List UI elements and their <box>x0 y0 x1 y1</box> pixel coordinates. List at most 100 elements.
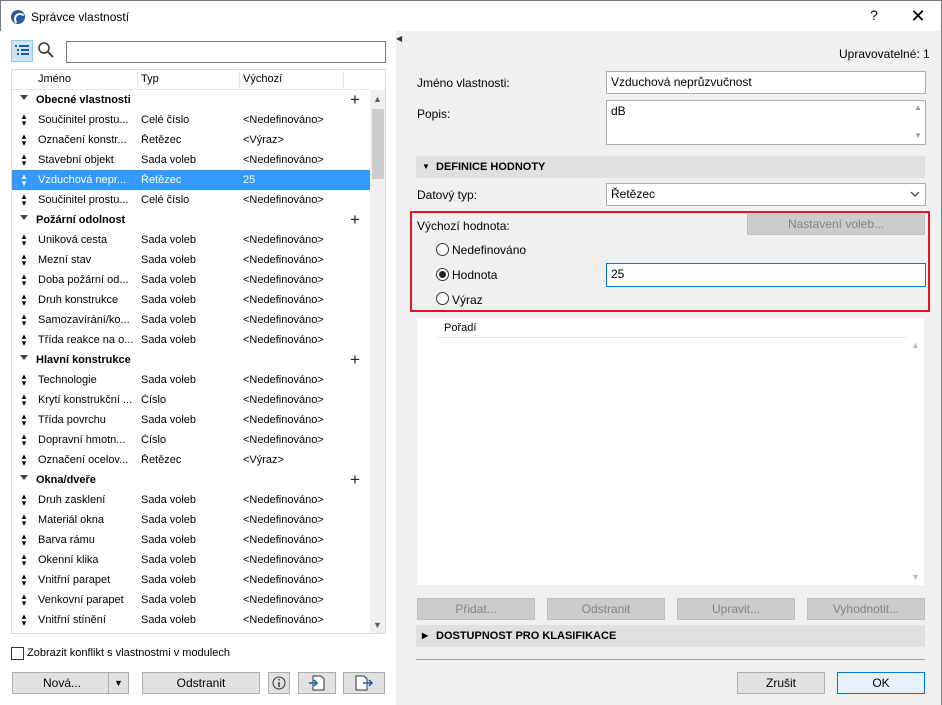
order-scrollbar[interactable]: ▲ ▼ <box>907 318 924 585</box>
section-classification-access[interactable]: ▶ DOSTUPNOST PRO KLASIFIKACE <box>416 625 925 647</box>
drag-handle-icon[interactable]: ▴ ▾ <box>20 552 28 568</box>
drag-handle-icon[interactable]: ▴ ▾ <box>20 432 28 448</box>
column-default[interactable]: Výchozí <box>243 73 282 85</box>
property-row[interactable]: ▴ ▾ Krytí konstrukční ... Číslo <Nedefinován… <box>12 390 370 410</box>
list-view-icon[interactable] <box>11 40 33 62</box>
property-row[interactable]: ▴ ▾ Mezní stav Sada voleb <Nedefinováno> <box>12 250 370 270</box>
property-row[interactable]: ▴ ▾ Doba požární od... Sada voleb <Nedefinov… <box>12 270 370 290</box>
delete-button[interactable]: Odstranit <box>142 672 260 694</box>
radio-value[interactable] <box>436 268 449 281</box>
name-field[interactable]: Vzduchová neprůzvučnost <box>606 71 926 94</box>
collapse-arrow-icon[interactable]: ◀ <box>396 34 402 43</box>
scroll-down-icon[interactable]: ▼ <box>914 131 922 140</box>
help-button[interactable]: ? <box>863 7 885 27</box>
order-header[interactable]: Pořadí <box>437 318 907 338</box>
drag-handle-icon[interactable]: ▴ ▾ <box>20 232 28 248</box>
edit-button[interactable]: Upravit... <box>677 598 795 620</box>
property-row[interactable]: ▴ ▾ Samozavírání/ko... Sada voleb <Nedefinov… <box>12 310 370 330</box>
property-row[interactable]: ▴ ▾ Vzduchová nepr... Řetězec 25 <box>12 170 370 190</box>
scroll-up-icon[interactable]: ▲ <box>911 340 920 350</box>
scroll-up-icon[interactable]: ▲ <box>914 103 922 112</box>
drag-handle-icon[interactable]: ▴ ▾ <box>20 592 28 608</box>
drag-handle-icon[interactable]: ▴ ▾ <box>20 412 28 428</box>
property-row[interactable]: ▴ ▾ Označení ocelov... Řetězec <Výraz> <box>12 450 370 470</box>
info-icon[interactable] <box>268 672 290 694</box>
column-type[interactable]: Typ <box>141 73 159 85</box>
drag-handle-icon[interactable]: ▴ ▾ <box>20 572 28 588</box>
drag-handle-icon[interactable]: ▴ ▾ <box>20 612 28 628</box>
section-value-definition[interactable]: ▼ DEFINICE HODNOTY <box>416 156 925 178</box>
drag-handle-icon[interactable]: ▴ ▾ <box>20 192 28 208</box>
add-property-icon[interactable]: + <box>350 90 360 110</box>
group-collapse-icon[interactable] <box>20 475 28 480</box>
scroll-thumb[interactable] <box>372 109 384 179</box>
group-collapse-icon[interactable] <box>20 355 28 360</box>
drag-handle-icon[interactable]: ▴ ▾ <box>20 392 28 408</box>
property-row[interactable]: ▴ ▾ Úniková cesta Sada voleb <Nedefinováno> <box>12 230 370 250</box>
dropdown-arrow-icon[interactable]: ▼ <box>114 673 123 693</box>
datatype-select[interactable]: Řetězec <box>606 183 926 206</box>
property-row[interactable]: ▴ ▾ Dopravní hmotn... Číslo <Nedefinováno> <box>12 430 370 450</box>
drag-handle-icon[interactable]: ▴ ▾ <box>20 332 28 348</box>
radio-expression[interactable] <box>436 292 449 305</box>
property-row[interactable]: ▴ ▾ Stavební objekt Sada voleb <Nedefinováno… <box>12 150 370 170</box>
group-row[interactable]: Obecné vlastnosti + <box>12 90 370 110</box>
property-row[interactable]: ▴ ▾ Součinitel prostu... Celé číslo <Nedefin… <box>12 190 370 210</box>
property-row[interactable]: ▴ ▾ Označení konstr... Řetězec <Výraz> <box>12 130 370 150</box>
new-button[interactable]: Nová... ▼ <box>12 672 129 694</box>
property-row[interactable]: ▴ ▾ Druh konstrukce Sada voleb <Nedefinováno… <box>12 290 370 310</box>
drag-handle-icon[interactable]: ▴ ▾ <box>20 312 28 328</box>
cancel-button[interactable]: Zrušit <box>737 672 825 694</box>
scroll-down-icon[interactable]: ▼ <box>911 572 920 582</box>
default-value-input[interactable]: 25 <box>606 263 926 287</box>
search-icon[interactable] <box>36 40 58 62</box>
options-settings-button[interactable]: Nastavení voleb... <box>747 214 925 235</box>
add-property-icon[interactable]: + <box>350 350 360 370</box>
drag-handle-icon[interactable]: ▴ ▾ <box>20 252 28 268</box>
property-row[interactable]: ▴ ▾ Součinitel prostu... Celé číslo <Nedefin… <box>12 110 370 130</box>
property-row[interactable]: ▴ ▾ Třída reakce na o... Sada voleb <Nedefin… <box>12 330 370 350</box>
property-row[interactable]: ▴ ▾ Barva rámu Sada voleb <Nedefinováno> <box>12 530 370 550</box>
drag-handle-icon[interactable]: ▴ ▾ <box>20 152 28 168</box>
scroll-down-icon[interactable]: ▼ <box>373 620 382 630</box>
group-row[interactable]: Požární odolnost + <box>12 210 370 230</box>
export-icon[interactable] <box>343 672 385 694</box>
radio-undefined[interactable] <box>436 243 449 256</box>
drag-handle-icon[interactable]: ▴ ▾ <box>20 172 28 188</box>
column-name[interactable]: Jméno <box>38 73 71 85</box>
property-row[interactable]: ▴ ▾ Venkovní parapet Sada voleb <Nedefinován… <box>12 590 370 610</box>
close-button[interactable]: ✕ <box>906 5 930 27</box>
import-icon[interactable] <box>298 672 336 694</box>
ok-button[interactable]: OK <box>837 672 925 694</box>
search-input[interactable] <box>66 41 386 63</box>
add-button[interactable]: Přidat... <box>417 598 535 620</box>
remove-button[interactable]: Odstranit <box>547 598 665 620</box>
splitter[interactable] <box>396 31 403 705</box>
drag-handle-icon[interactable]: ▴ ▾ <box>20 532 28 548</box>
drag-handle-icon[interactable]: ▴ ▾ <box>20 292 28 308</box>
tree-scrollbar[interactable]: ▲ ▼ <box>370 90 385 633</box>
group-collapse-icon[interactable] <box>20 215 28 220</box>
add-property-icon[interactable]: + <box>350 210 360 230</box>
property-row[interactable]: ▴ ▾ Okenní klika Sada voleb <Nedefinováno> <box>12 550 370 570</box>
drag-handle-icon[interactable]: ▴ ▾ <box>20 112 28 128</box>
conflict-checkbox[interactable] <box>11 647 24 660</box>
drag-handle-icon[interactable]: ▴ ▾ <box>20 372 28 388</box>
property-row[interactable]: ▴ ▾ Druh zasklení Sada voleb <Nedefinováno> <box>12 490 370 510</box>
drag-handle-icon[interactable]: ▴ ▾ <box>20 132 28 148</box>
drag-handle-icon[interactable]: ▴ ▾ <box>20 272 28 288</box>
add-property-icon[interactable]: + <box>350 470 360 490</box>
evaluate-button[interactable]: Vyhodnotit... <box>807 598 925 620</box>
group-collapse-icon[interactable] <box>20 95 28 100</box>
group-row[interactable]: Okna/dveře + <box>12 470 370 490</box>
description-field[interactable]: dB ▲ ▼ <box>606 100 926 145</box>
drag-handle-icon[interactable]: ▴ ▾ <box>20 452 28 468</box>
drag-handle-icon[interactable]: ▴ ▾ <box>20 492 28 508</box>
property-row[interactable]: ▴ ▾ Technologie Sada voleb <Nedefinováno> <box>12 370 370 390</box>
scroll-up-icon[interactable]: ▲ <box>373 94 382 104</box>
group-row[interactable]: Hlavní konstrukce + <box>12 350 370 370</box>
drag-handle-icon[interactable]: ▴ ▾ <box>20 512 28 528</box>
property-row[interactable]: ▴ ▾ Vnitřní stínění Sada voleb <Nedefinováno… <box>12 610 370 630</box>
property-row[interactable]: ▴ ▾ Vnitřní parapet Sada voleb <Nedefinováno… <box>12 570 370 590</box>
property-row[interactable]: ▴ ▾ Materiál okna Sada voleb <Nedefinováno> <box>12 510 370 530</box>
